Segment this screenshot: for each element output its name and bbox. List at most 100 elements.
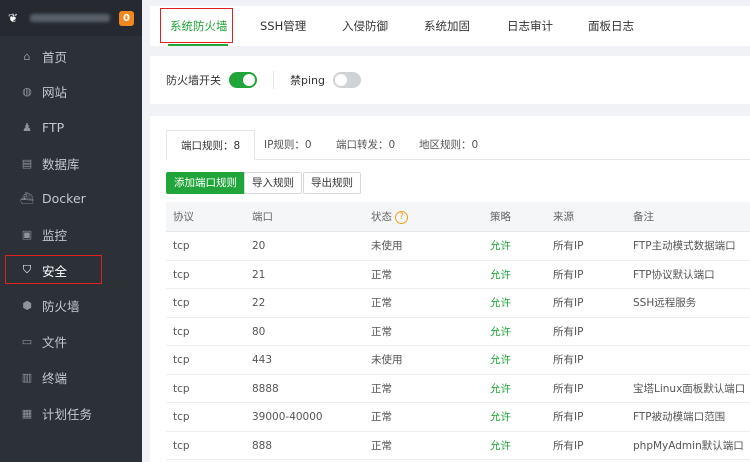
sidebar-item-10[interactable]: ▦ 计划任务 <box>0 395 142 431</box>
logo-icon: ❦ <box>8 11 19 25</box>
divider <box>273 71 274 89</box>
cell-policy: 允许 <box>490 382 511 395</box>
sidebar-item-label: FTP <box>42 119 65 135</box>
subtab-port-forward[interactable]: 端口转发：0 <box>336 130 395 160</box>
subtab-ip-rules[interactable]: IP规则：0 <box>264 130 312 160</box>
subtab-port-rules[interactable]: 端口规则：8 <box>166 130 256 160</box>
cell-port: 22 <box>252 297 266 309</box>
cell-source: 所有IP <box>553 439 584 452</box>
cell-policy: 允许 <box>490 325 511 338</box>
sidebar: ❦ 0 ⌂ 首页 ◍ 网站 ♟ FTP ▤ 数据库 ⛴ Docker ▣ 监控 ⛉ 安全 ⬢ 防火墙 ▭ 文件 ▥ 终… <box>0 0 142 462</box>
sidebar-item-label: 防火墙 <box>42 299 80 315</box>
table-body: tcp 20 未使用 允许 所有IP FTP主动模式数据端口 tcp 21 正常 允许 所有IP FT… <box>166 232 750 460</box>
terminal-icon: ▥ <box>21 370 33 384</box>
docker-icon: ⛴ <box>20 192 34 206</box>
sidebar-item-label: 首页 <box>42 49 68 65</box>
cell-port: 8888 <box>252 382 279 395</box>
help-icon[interactable]: ? <box>395 210 408 224</box>
cell-status: 未使用 <box>371 354 403 366</box>
cell-policy: 允许 <box>490 354 511 366</box>
tab-log-audit[interactable]: 日志审计 <box>507 6 553 46</box>
cell-protocol: tcp <box>173 268 190 281</box>
table-row[interactable]: tcp 20 未使用 允许 所有IP FTP主动模式数据端口 <box>166 232 750 261</box>
sidebar-item-4[interactable]: ⛴ Docker <box>0 181 142 217</box>
cell-policy: 允许 <box>490 411 511 423</box>
sidebar-item-7[interactable]: ⬢ 防火墙 <box>0 288 142 324</box>
user-icon: ♟ <box>22 120 32 134</box>
sidebar-item-9[interactable]: ▥ 终端 <box>0 359 142 395</box>
cell-source: 所有IP <box>553 240 584 252</box>
main-content: 系统防火墙 SSH管理 入侵防御 系统加固 日志审计 面板日志 防火墙开关 禁p… <box>150 0 750 462</box>
sidebar-item-label: 终端 <box>42 370 68 386</box>
sidebar-item-1[interactable]: ◍ 网站 <box>0 74 142 110</box>
cell-port: 21 <box>252 268 266 281</box>
sidebar-item-label: 网站 <box>42 85 68 101</box>
cell-port: 20 <box>252 240 266 252</box>
col-remark: 备注 <box>633 211 654 223</box>
subtab-region-rules[interactable]: 地区规则：0 <box>419 130 478 160</box>
cell-status: 正常 <box>371 325 392 338</box>
ping-switch-label: 禁ping <box>290 74 325 87</box>
add-port-rule-button[interactable]: 添加端口规则 <box>166 172 245 194</box>
table-row[interactable]: tcp 39000-40000 正常 允许 所有IP FTP被动模端口范围 <box>166 403 750 432</box>
col-protocol: 协议 <box>173 211 194 223</box>
home-icon: ⌂ <box>23 49 31 63</box>
table-row[interactable]: tcp 80 正常 允许 所有IP <box>166 318 750 346</box>
table-row[interactable]: tcp 888 正常 允许 所有IP phpMyAdmin默认端口 <box>166 432 750 460</box>
cell-protocol: tcp <box>173 411 190 423</box>
cell-remark: FTP主动模式数据端口 <box>633 240 736 252</box>
security-highlight-box <box>5 255 102 284</box>
cell-status: 正常 <box>371 297 392 309</box>
cell-policy: 允许 <box>490 268 511 281</box>
col-policy: 策略 <box>490 211 511 223</box>
cell-port: 80 <box>252 325 266 338</box>
table-row[interactable]: tcp 21 正常 允许 所有IP FTP协议默认端口 <box>166 261 750 289</box>
top-tabs: 系统防火墙 SSH管理 入侵防御 系统加固 日志审计 面板日志 <box>150 6 750 46</box>
cell-status: 正常 <box>371 382 392 395</box>
import-rules-button[interactable]: 导入规则 <box>244 172 302 194</box>
database-icon: ▤ <box>21 156 33 170</box>
firewall-toggle[interactable] <box>229 72 257 88</box>
table-row[interactable]: tcp 8888 正常 允许 所有IP 宝塔Linux面板默认端口 <box>166 375 750 403</box>
calendar-icon: ▦ <box>21 406 33 420</box>
col-source: 来源 <box>553 211 574 223</box>
cell-status: 未使用 <box>371 240 403 252</box>
tab-highlight-box <box>160 8 233 43</box>
ping-toggle[interactable] <box>333 72 361 88</box>
cell-protocol: tcp <box>173 354 190 366</box>
cell-source: 所有IP <box>553 268 584 281</box>
monitor-icon: ▣ <box>21 228 33 241</box>
cell-source: 所有IP <box>553 354 584 366</box>
cell-protocol: tcp <box>173 439 190 452</box>
table-row[interactable]: tcp 22 正常 允许 所有IP SSH远程服务 <box>166 289 750 318</box>
cell-remark: SSH远程服务 <box>633 297 697 309</box>
col-status-label: 状态 <box>371 211 392 223</box>
sidebar-item-3[interactable]: ▤ 数据库 <box>0 145 142 181</box>
sidebar-item-0[interactable]: ⌂ 首页 <box>0 38 142 74</box>
cell-source: 所有IP <box>553 325 584 338</box>
shield-icon: ⬢ <box>22 299 32 313</box>
tab-panel-log[interactable]: 面板日志 <box>588 6 634 46</box>
globe-icon: ◍ <box>22 85 32 99</box>
cell-protocol: tcp <box>173 382 190 395</box>
sidebar-item-label: 计划任务 <box>42 406 93 422</box>
cell-policy: 允许 <box>490 297 511 309</box>
notification-badge[interactable]: 0 <box>119 10 134 26</box>
col-status: 状态? <box>371 202 408 232</box>
cell-policy: 允许 <box>490 240 511 252</box>
table-row[interactable]: tcp 443 未使用 允许 所有IP <box>166 346 750 375</box>
sidebar-item-8[interactable]: ▭ 文件 <box>0 324 142 360</box>
tab-hardening[interactable]: 系统加固 <box>424 6 470 46</box>
cell-status: 正常 <box>371 411 392 423</box>
export-rules-button[interactable]: 导出规则 <box>303 172 361 194</box>
cell-status: 正常 <box>371 439 392 452</box>
cell-source: 所有IP <box>553 297 584 309</box>
tab-ssh[interactable]: SSH管理 <box>260 6 306 46</box>
sidebar-item-5[interactable]: ▣ 监控 <box>0 217 142 253</box>
tab-intrusion[interactable]: 入侵防御 <box>342 6 388 46</box>
cell-port: 443 <box>252 354 273 366</box>
cell-source: 所有IP <box>553 411 584 423</box>
sidebar-item-2[interactable]: ♟ FTP <box>0 109 142 145</box>
sidebar-item-label: Docker <box>42 191 86 207</box>
server-header: ❦ 0 <box>0 0 142 36</box>
